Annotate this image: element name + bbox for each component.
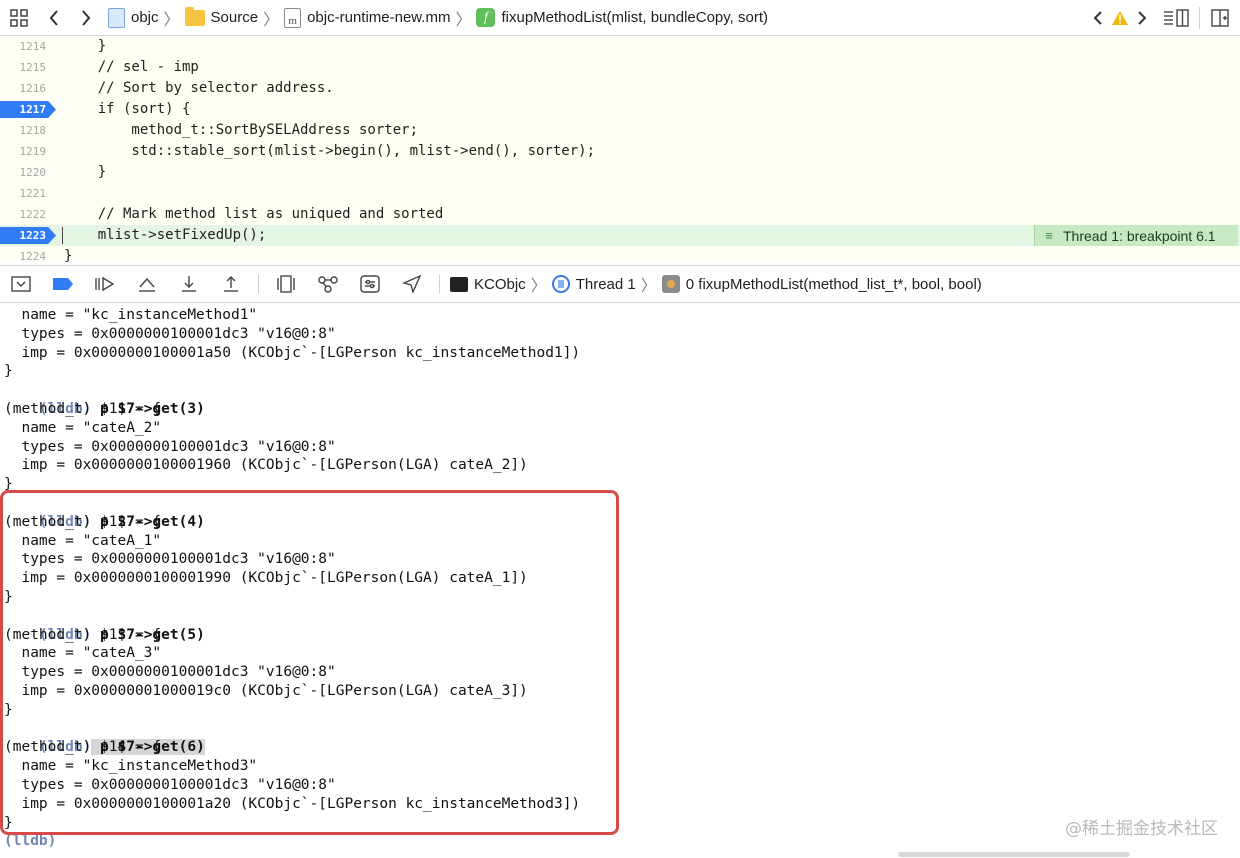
- code-text: }: [64, 248, 73, 264]
- terminal-icon: [450, 276, 468, 292]
- forward-chevron-icon[interactable]: [70, 0, 102, 36]
- line-number: 1218: [19, 124, 47, 137]
- line-number: 1223: [19, 229, 47, 242]
- warning-icon[interactable]: [1109, 0, 1131, 36]
- console-line: name = "cateA_2": [4, 419, 162, 436]
- hide-debug-area-icon[interactable]: [0, 265, 42, 303]
- view-hierarchy-icon[interactable]: [265, 265, 307, 303]
- console-line: name = "kc_instanceMethod1": [4, 307, 258, 323]
- line-number: 1220: [19, 166, 47, 179]
- code-comment: // sel - imp: [64, 59, 199, 75]
- add-editor-icon[interactable]: [1200, 0, 1240, 36]
- frame-label: 0 fixupMethodList(method_list_t*, bool, …: [685, 275, 982, 293]
- divider: [439, 274, 440, 294]
- line-number: 1224: [19, 250, 47, 263]
- code-text: method_t::SortBySELAddress sorter;: [64, 122, 419, 138]
- code-line: 1221: [0, 183, 1240, 204]
- line-number: 1221: [19, 187, 47, 200]
- code-line: 1219 std::stable_sort(mlist->begin(), ml…: [0, 141, 1240, 162]
- process-label: KCObjc: [474, 275, 526, 293]
- breakpoints-toggle-icon[interactable]: [42, 265, 84, 303]
- chevron-right-icon: 〉: [455, 11, 472, 29]
- back-chevron-icon[interactable]: [38, 0, 70, 36]
- step-into-icon[interactable]: [168, 265, 210, 303]
- objc-file-icon: m: [284, 7, 302, 28]
- code-text: mlist->setFixedUp();: [64, 227, 267, 243]
- console-line: types = 0x0000000100001dc3 "v16@0:8": [4, 325, 336, 342]
- next-issue-icon[interactable]: [1131, 0, 1153, 36]
- code-text: }: [64, 164, 107, 180]
- console-line: imp = 0x0000000100001960 (KCObjc`-[LGPer…: [4, 457, 528, 474]
- line-number: 1215: [19, 61, 47, 74]
- breakpoint-label: Thread 1: breakpoint 6.1: [1063, 227, 1216, 244]
- crumb-folder-label: Source: [210, 9, 259, 26]
- crumb-folder[interactable]: Source: [184, 6, 259, 26]
- line-number: 1222: [19, 208, 47, 221]
- code-line: 1214 }: [0, 36, 1240, 57]
- code-line: 1217 if (sort) {: [0, 99, 1240, 120]
- watermark: @稀土掘金技术社区: [1065, 819, 1218, 839]
- jump-bar: objc 〉 Source 〉 m objc-runtime-new.mm 〉 …: [0, 0, 1240, 36]
- thread-icon: [551, 275, 570, 293]
- line-number: 1219: [19, 145, 47, 158]
- debug-console[interactable]: name = "kc_instanceMethod1" types = 0x00…: [0, 304, 1240, 858]
- crumb-function-label: fixupMethodList(mlist, bundleCopy, sort): [501, 9, 768, 26]
- chevron-right-icon: 〉: [163, 11, 180, 29]
- current-line: 1223 mlist->setFixedUp(); ≡ Thread 1: br…: [0, 225, 1240, 246]
- breakpoint-annotation[interactable]: ≡ Thread 1: breakpoint 6.1: [1034, 225, 1238, 246]
- xcode-project-icon: [108, 7, 125, 28]
- console-line: }: [4, 363, 13, 380]
- lldb-prompt-input[interactable]: (lldb): [4, 832, 56, 851]
- console-line: types = 0x0000000100001dc3 "v16@0:8": [4, 438, 336, 455]
- grid-icon[interactable]: [0, 0, 38, 36]
- code-text: if (sort) {: [64, 101, 191, 117]
- console-line: (method_t) $11 = {: [4, 401, 162, 417]
- code-line: 1222 // Mark method list as uniqued and …: [0, 204, 1240, 225]
- crumb-project[interactable]: objc: [108, 7, 159, 28]
- editor-options-icon[interactable]: [1153, 0, 1199, 36]
- horizontal-scrollbar[interactable]: [898, 852, 1130, 857]
- debug-bar: KCObjc 〉 Thread 1 〉 0 fixupMethodList(me…: [0, 265, 1240, 303]
- thread-selector[interactable]: Thread 1: [551, 275, 636, 293]
- folder-icon: [184, 6, 205, 26]
- code-line: 1216 // Sort by selector address.: [0, 78, 1240, 99]
- line-number: 1217: [19, 103, 47, 116]
- chevron-right-icon: 〉: [530, 278, 547, 295]
- environment-overrides-icon[interactable]: [349, 265, 391, 303]
- chevron-right-icon: 〉: [640, 278, 657, 295]
- line-number: 1216: [19, 82, 47, 95]
- frame-selector[interactable]: 0 fixupMethodList(method_list_t*, bool, …: [661, 275, 982, 293]
- chevron-right-icon: 〉: [263, 11, 280, 29]
- code-line: 1224 }: [0, 246, 1240, 267]
- continue-icon[interactable]: [84, 265, 126, 303]
- crumb-file-label: objc-runtime-new.mm: [307, 9, 451, 26]
- code-line: 1220 }: [0, 162, 1240, 183]
- thread-label: Thread 1: [575, 275, 636, 293]
- function-icon: f: [476, 8, 496, 27]
- source-editor[interactable]: 1214 } 1215 // sel - imp 1216 // Sort by…: [0, 36, 1240, 264]
- crumb-project-label: objc: [131, 9, 159, 26]
- console-line: imp = 0x0000000100001a50 (KCObjc`-[LGPer…: [4, 344, 581, 361]
- divider: [258, 274, 259, 294]
- text-cursor: [62, 227, 63, 244]
- code-comment: // Sort by selector address.: [64, 80, 334, 96]
- step-over-icon[interactable]: [126, 265, 168, 303]
- code-text: }: [64, 38, 107, 54]
- lines-icon: ≡: [1045, 228, 1053, 243]
- code-text: std::stable_sort(mlist->begin(), mlist->…: [64, 143, 596, 159]
- step-out-icon[interactable]: [210, 265, 252, 303]
- code-comment: // Mark method list as uniqued and sorte…: [64, 206, 444, 222]
- code-line: 1215 // sel - imp: [0, 57, 1240, 78]
- stack-frame-icon: [661, 275, 680, 293]
- code-line: 1218 method_t::SortBySELAddress sorter;: [0, 120, 1240, 141]
- simulate-location-icon[interactable]: [391, 265, 433, 303]
- red-highlight-annotation: [0, 490, 619, 835]
- crumb-function[interactable]: f fixupMethodList(mlist, bundleCopy, sor…: [476, 8, 768, 27]
- memory-graph-icon[interactable]: [307, 265, 349, 303]
- previous-issue-icon[interactable]: [1087, 0, 1109, 36]
- crumb-file[interactable]: m objc-runtime-new.mm: [284, 7, 451, 28]
- line-number: 1214: [19, 40, 47, 53]
- process-selector[interactable]: KCObjc: [450, 276, 526, 293]
